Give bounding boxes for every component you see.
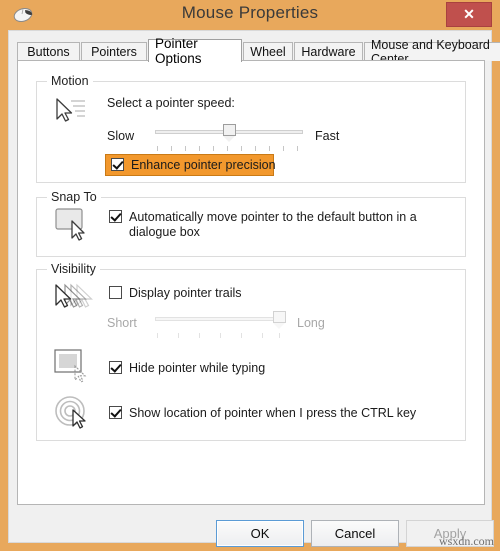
motion-group: Motion Select a pointer speed: Slow Fast… [36,74,466,183]
enhance-pointer-precision-checkbox[interactable] [111,158,124,171]
cancel-button[interactable]: Cancel [311,520,399,547]
auto-move-pointer-checkbox[interactable] [109,210,122,223]
speed-fast-label: Fast [315,129,340,143]
show-location-of-pointer-label: Show location of pointer when I press th… [129,406,417,420]
dialog-body: Buttons Pointers Pointer Options Wheel H… [8,30,500,547]
watermark: wsxdn.com [439,534,494,548]
close-button[interactable]: ✕ [446,2,492,27]
tab-buttons[interactable]: Buttons [17,42,80,61]
window-title: Mouse Properties [181,3,319,22]
hide-pointer-while-typing-checkbox[interactable] [109,361,122,374]
snap-to-group-title: Snap To [47,190,101,204]
enhance-pointer-precision-label: Enhance pointer precision [131,158,276,172]
display-pointer-trails-row[interactable]: Display pointer trails [109,286,242,301]
display-pointer-trails-label: Display pointer trails [129,286,242,300]
tab-pointers[interactable]: Pointers [81,42,147,61]
pointer-trails-slider[interactable] [155,311,286,341]
locate-pointer-icon [53,394,93,437]
pointer-speed-slider[interactable] [155,124,303,154]
visibility-group-title: Visibility [47,262,100,276]
hide-pointer-while-typing-row[interactable]: Hide pointer while typing [109,361,265,376]
show-location-of-pointer-checkbox[interactable] [109,406,122,419]
snap-default-button-icon [54,207,92,248]
snap-to-group: Snap To Automatically move pointer to th… [36,190,466,257]
pointer-speed-label: Select a pointer speed: [107,96,235,110]
show-location-of-pointer-row[interactable]: Show location of pointer when I press th… [109,406,416,421]
auto-move-pointer-label: Automatically move pointer to the defaul… [129,210,417,239]
pointer-trails-icon [51,282,95,319]
display-pointer-trails-checkbox[interactable] [109,286,122,299]
mouse-properties-window: Mouse Properties ✕ Buttons Pointers Poin… [0,0,500,551]
title-bar: Mouse Properties ✕ [0,0,500,30]
hide-pointer-typing-icon [53,348,93,393]
tab-wheel[interactable]: Wheel [243,42,293,61]
tab-pointer-options[interactable]: Pointer Options [148,36,242,66]
trails-short-label: Short [107,316,137,330]
auto-move-pointer-row[interactable]: Automatically move pointer to the defaul… [109,210,439,240]
tab-hardware[interactable]: Hardware [294,42,363,61]
speed-slow-label: Slow [107,129,135,143]
tab-strip: Buttons Pointers Pointer Options Wheel H… [17,36,500,66]
motion-group-title: Motion [47,74,93,88]
visibility-group: Visibility Display pointer trails Short … [36,262,466,441]
trails-long-label: Long [297,316,325,330]
tab-mouse-and-keyboard-center[interactable]: Mouse and Keyboard Center [364,38,500,66]
pointer-speed-slider-thumb[interactable] [223,124,236,142]
hide-pointer-while-typing-label: Hide pointer while typing [129,361,266,375]
pointer-speed-icon [51,96,89,131]
pointer-options-page: Motion Select a pointer speed: Slow Fast… [17,60,485,505]
ok-button[interactable]: OK [216,520,304,547]
enhance-pointer-precision-row[interactable]: Enhance pointer precision [111,158,276,173]
pointer-trails-slider-thumb[interactable] [273,311,286,329]
